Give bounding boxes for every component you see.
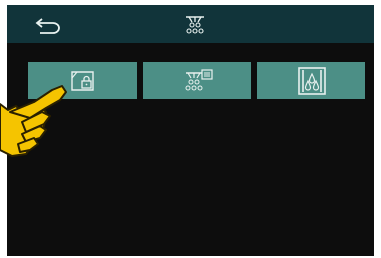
back-arrow-icon	[35, 18, 60, 34]
shower-control-tile[interactable]	[143, 62, 251, 99]
header-bar	[7, 5, 374, 43]
back-button[interactable]	[31, 14, 65, 36]
water-drops-icon	[298, 67, 326, 95]
lock-settings-tile[interactable]	[28, 62, 137, 99]
device-screen	[7, 5, 374, 256]
locked-card-icon	[71, 71, 94, 91]
water-drops-tile[interactable]	[257, 62, 365, 99]
shower-control-icon	[185, 69, 213, 91]
shower-icon	[182, 12, 208, 38]
